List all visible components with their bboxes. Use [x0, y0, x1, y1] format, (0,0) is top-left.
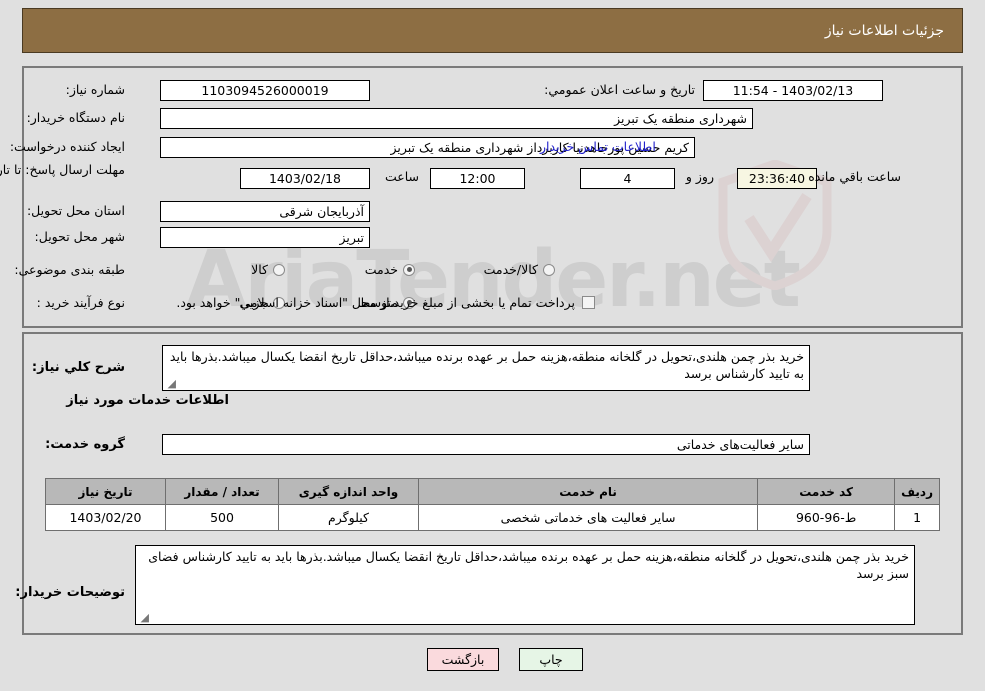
category-option-service-label: خدمت — [364, 262, 398, 277]
radio-icon-goods[interactable] — [273, 263, 285, 276]
services-section-title: اطلاعات خدمات مورد نیاز — [66, 393, 229, 408]
buyer-org-value: شهرداری منطقه یک تبریز — [160, 108, 753, 129]
description-label: شرح کلي نیاز: — [31, 360, 125, 375]
category-option-goods[interactable]: کالا — [251, 262, 285, 277]
city-row: شهر محل تحویل: — [35, 229, 125, 244]
resize-handle-icon[interactable]: ◢ — [165, 378, 176, 389]
category-row: طبقه بندی موضوعی: — [14, 262, 125, 277]
resize-handle-icon-notes[interactable]: ◢ — [138, 612, 149, 623]
radio-icon-goods-service[interactable] — [543, 263, 555, 276]
deadline-countdown-label: ساعت باقي مانده — [808, 169, 901, 184]
deadline-days-label: روز و — [685, 169, 714, 184]
deadline-label: مهلت ارسال پاسخ: تا تاریخ: — [0, 162, 125, 177]
radio-icon-service[interactable] — [403, 263, 415, 276]
category-option-goods-label: کالا — [251, 262, 268, 277]
need-number-value: 1103094526000019 — [160, 80, 370, 101]
treasury-checkbox-row[interactable]: پرداخت تمام یا بخشی از مبلغ خرید،از محل … — [176, 295, 595, 310]
cell-quantity: 500 — [165, 504, 279, 531]
th-need-date: تاریخ نیاز — [45, 478, 166, 505]
service-group-label: گروه خدمت: — [45, 437, 125, 452]
cell-unit: کیلوگرم — [278, 504, 419, 531]
buyer-notes-label: توضیحات خریدار: — [15, 585, 125, 600]
deadline-row: مهلت ارسال پاسخ: تا تاریخ: — [0, 162, 125, 178]
table-row: 1 ط-96-960 سایر فعالیت های خدماتی شخصی ک… — [45, 504, 940, 531]
requester-row: ایجاد کننده درخواست: — [10, 139, 125, 154]
th-row-no: ردیف — [894, 478, 940, 505]
description-textarea[interactable]: خرید بذر چمن هلندی،تحویل در گلخانه منطقه… — [162, 345, 810, 391]
cell-need-date: 1403/02/20 — [45, 504, 166, 531]
checkbox-icon-treasury[interactable] — [582, 296, 595, 309]
th-quantity: تعداد / مقدار — [165, 478, 279, 505]
province-label: استان محل تحویل: — [26, 203, 125, 218]
announce-datetime-row: تاریخ و ساعت اعلان عمومي: — [544, 82, 695, 97]
buyer-org-row: نام دستگاه خریدار: — [27, 110, 125, 125]
announce-datetime-value: 1403/02/13 - 11:54 — [703, 80, 883, 101]
need-number-label: شماره نیاز: — [65, 82, 125, 97]
city-label: شهر محل تحویل: — [34, 229, 125, 244]
need-number-row: شماره نیاز: — [66, 82, 125, 97]
category-option-goods-service[interactable]: کالا/خدمت — [484, 262, 555, 277]
requester-label: ایجاد کننده درخواست: — [9, 139, 125, 154]
announce-datetime-label: تاریخ و ساعت اعلان عمومي: — [544, 82, 695, 97]
deadline-time-label: ساعت — [384, 169, 419, 184]
print-button[interactable]: چاپ — [519, 648, 583, 671]
category-label: طبقه بندی موضوعی: — [14, 262, 125, 277]
cell-service-name: سایر فعالیت های خدماتی شخصی — [417, 504, 759, 531]
process-type-label: نوع فرآیند خرید : — [36, 295, 125, 310]
th-unit: واحد اندازه گیری — [278, 478, 419, 505]
province-row: استان محل تحویل: — [27, 203, 125, 218]
deadline-days: 4 — [580, 168, 675, 189]
buyer-notes-textarea[interactable]: خرید بذر چمن هلندی،تحویل در گلخانه منطقه… — [135, 545, 915, 625]
treasury-checkbox-label: پرداخت تمام یا بخشی از مبلغ خرید،از محل … — [176, 295, 575, 310]
cell-row-no: 1 — [894, 504, 940, 531]
th-service-code: کد خدمت — [757, 478, 896, 505]
buyer-contact-link[interactable]: اطلاعات تماس خریدار — [540, 139, 656, 154]
category-option-service[interactable]: خدمت — [365, 262, 415, 277]
deadline-date: 1403/02/18 — [240, 168, 370, 189]
th-service-name: نام خدمت — [417, 478, 759, 505]
province-value: آذربایجان شرقی — [160, 201, 370, 222]
services-table: ردیف کد خدمت نام خدمت واحد اندازه گیری ت… — [45, 478, 940, 531]
table-header-row: ردیف کد خدمت نام خدمت واحد اندازه گیری ت… — [45, 478, 940, 505]
service-group-value: سایر فعالیت‌های خدماتی — [162, 434, 810, 455]
buyer-org-label: نام دستگاه خریدار: — [26, 110, 125, 125]
category-option-goods-service-label: کالا/خدمت — [483, 262, 538, 277]
city-value: تبریز — [160, 227, 370, 248]
description-value: خرید بذر چمن هلندی،تحویل در گلخانه منطقه… — [169, 349, 804, 381]
buyer-notes-value: خرید بذر چمن هلندی،تحویل در گلخانه منطقه… — [148, 549, 909, 581]
back-button[interactable]: بازگشت — [427, 648, 499, 671]
cell-service-code: ط-96-960 — [757, 504, 896, 531]
deadline-time: 12:00 — [430, 168, 525, 189]
process-type-row: نوع فرآیند خرید : — [37, 295, 125, 310]
